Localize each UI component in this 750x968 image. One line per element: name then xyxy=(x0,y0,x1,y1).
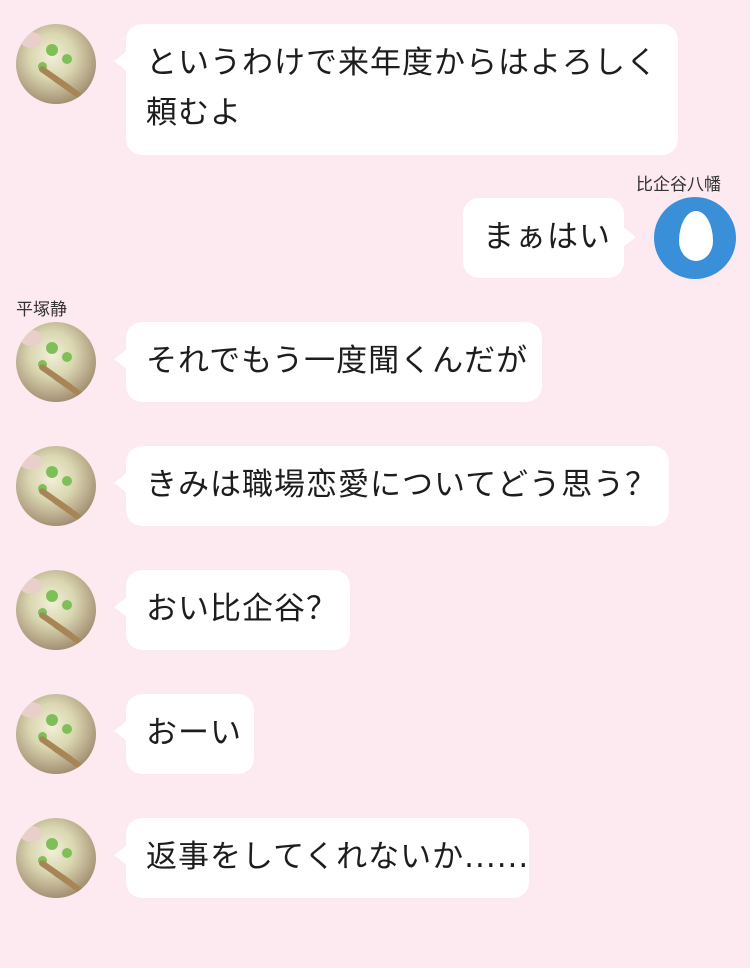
sender-avatar-ramen[interactable] xyxy=(16,694,96,774)
message-text-line: というわけで来年度からはよろしく xyxy=(146,45,658,81)
message-bubble: 返事をしてくれないか...... xyxy=(114,818,530,898)
message-text: きみは職場恋愛についてどう思う？ xyxy=(146,467,658,503)
message-text: 返事をしてくれないか...... xyxy=(146,839,530,875)
message-text: おーい xyxy=(146,715,242,751)
message-bubble: おーい xyxy=(114,694,254,774)
sender-avatar-ramen[interactable] xyxy=(16,570,96,650)
self-avatar-egg-icon[interactable] xyxy=(654,197,736,279)
message-text: まぁはい xyxy=(483,219,611,255)
message-text: それでもう一度聞くんだが xyxy=(146,343,529,379)
sender-avatar-ramen[interactable] xyxy=(16,24,96,104)
message-text-line: 頼むよ xyxy=(146,95,242,131)
message-bubble: というわけで来年度からはよろしく 頼むよ xyxy=(114,24,678,155)
sender-avatar-ramen[interactable] xyxy=(16,322,96,402)
message-bubble: きみは職場恋愛についてどう思う？ xyxy=(114,446,669,526)
message-bubble: それでもう一度聞くんだが xyxy=(114,322,542,402)
sender-name-other: 平塚静 xyxy=(16,300,67,320)
sender-name-self: 比企谷八幡 xyxy=(636,175,721,195)
sender-avatar-ramen[interactable] xyxy=(16,818,96,898)
message-bubble-self: まぁはい xyxy=(463,198,636,278)
message-bubble: おい比企谷？ xyxy=(114,570,350,650)
sender-avatar-ramen[interactable] xyxy=(16,446,96,526)
message-text: おい比企谷？ xyxy=(146,591,338,627)
